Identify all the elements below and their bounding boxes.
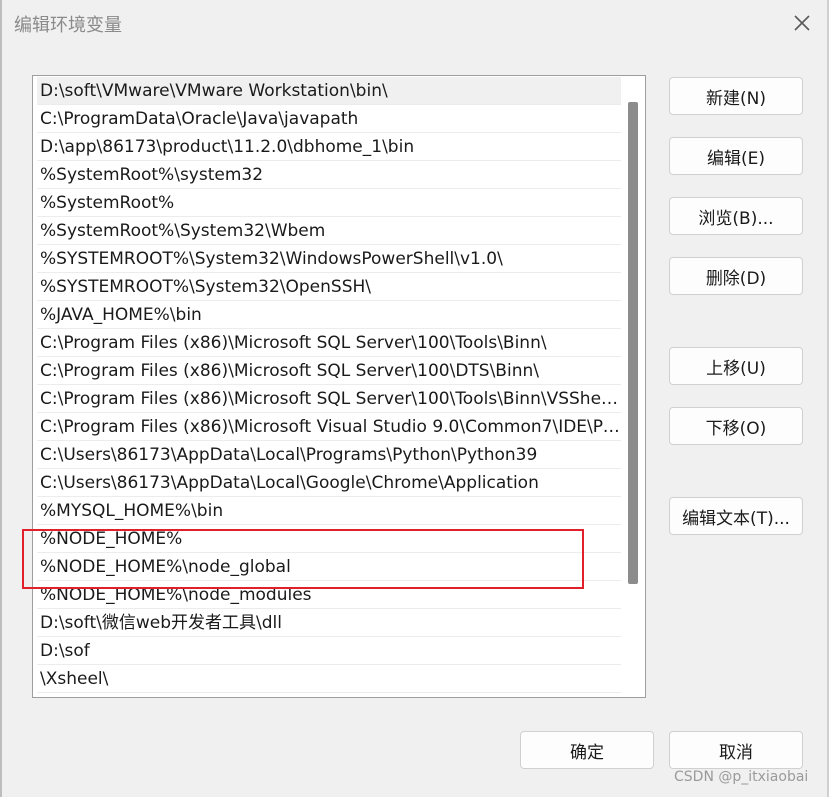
close-icon[interactable]: [790, 11, 814, 35]
path-list[interactable]: D:\soft\VMware\VMware Workstation\bin\ C…: [32, 75, 646, 698]
edit-env-var-dialog: 编辑环境变量 D:\soft\VMware\VMware Workstation…: [2, 0, 827, 797]
path-item[interactable]: D:\app\86173\product\11.2.0\dbhome_1\bin: [37, 133, 621, 161]
path-item[interactable]: %SystemRoot%\system32: [37, 161, 621, 189]
move-down-button[interactable]: 下移(O): [669, 407, 803, 445]
edit-text-button[interactable]: 编辑文本(T)...: [669, 497, 803, 535]
annotation-highlight-box: [22, 529, 584, 589]
new-button[interactable]: 新建(N): [669, 77, 803, 115]
delete-button[interactable]: 删除(D): [669, 257, 803, 295]
path-item[interactable]: %SystemRoot%\System32\Wbem: [37, 217, 621, 245]
path-item[interactable]: C:\ProgramData\Oracle\Java\javapath: [37, 105, 621, 133]
path-item[interactable]: %JAVA_HOME%\bin: [37, 301, 621, 329]
scrollbar-thumb[interactable]: [628, 102, 638, 584]
path-item[interactable]: D:\sof: [37, 637, 621, 665]
path-item[interactable]: C:\Program Files (x86)\Microsoft SQL Ser…: [37, 329, 621, 357]
path-item[interactable]: C:\Users\86173\AppData\Local\Google\Chro…: [37, 469, 621, 497]
path-item[interactable]: %SYSTEMROOT%\System32\WindowsPowerShell\…: [37, 245, 621, 273]
watermark: CSDN @p_itxiaobai: [674, 769, 809, 785]
dialog-title: 编辑环境变量: [14, 15, 122, 36]
vertical-scrollbar[interactable]: [625, 76, 641, 697]
path-item[interactable]: %SystemRoot%: [37, 189, 621, 217]
ok-button[interactable]: 确定: [520, 731, 654, 769]
path-item[interactable]: D:\soft\微信web开发者工具\dll: [37, 609, 621, 637]
cancel-button[interactable]: 取消: [669, 731, 803, 769]
path-item[interactable]: %SYSTEMROOT%\System32\OpenSSH\: [37, 273, 621, 301]
path-item[interactable]: D:\soft\VMware\VMware Workstation\bin\: [37, 77, 621, 105]
path-item[interactable]: C:\Program Files (x86)\Microsoft SQL Ser…: [37, 357, 621, 385]
path-item[interactable]: C:\Program Files (x86)\Microsoft Visual …: [37, 413, 621, 441]
path-item[interactable]: \Xsheel\: [37, 665, 621, 693]
path-item[interactable]: C:\Program Files (x86)\Microsoft SQL Ser…: [37, 385, 621, 413]
path-item[interactable]: %MYSQL_HOME%\bin: [37, 497, 621, 525]
path-item[interactable]: C:\Users\86173\AppData\Local\Programs\Py…: [37, 441, 621, 469]
browse-button[interactable]: 浏览(B)...: [669, 197, 803, 235]
move-up-button[interactable]: 上移(U): [669, 347, 803, 385]
edit-button[interactable]: 编辑(E): [669, 137, 803, 175]
